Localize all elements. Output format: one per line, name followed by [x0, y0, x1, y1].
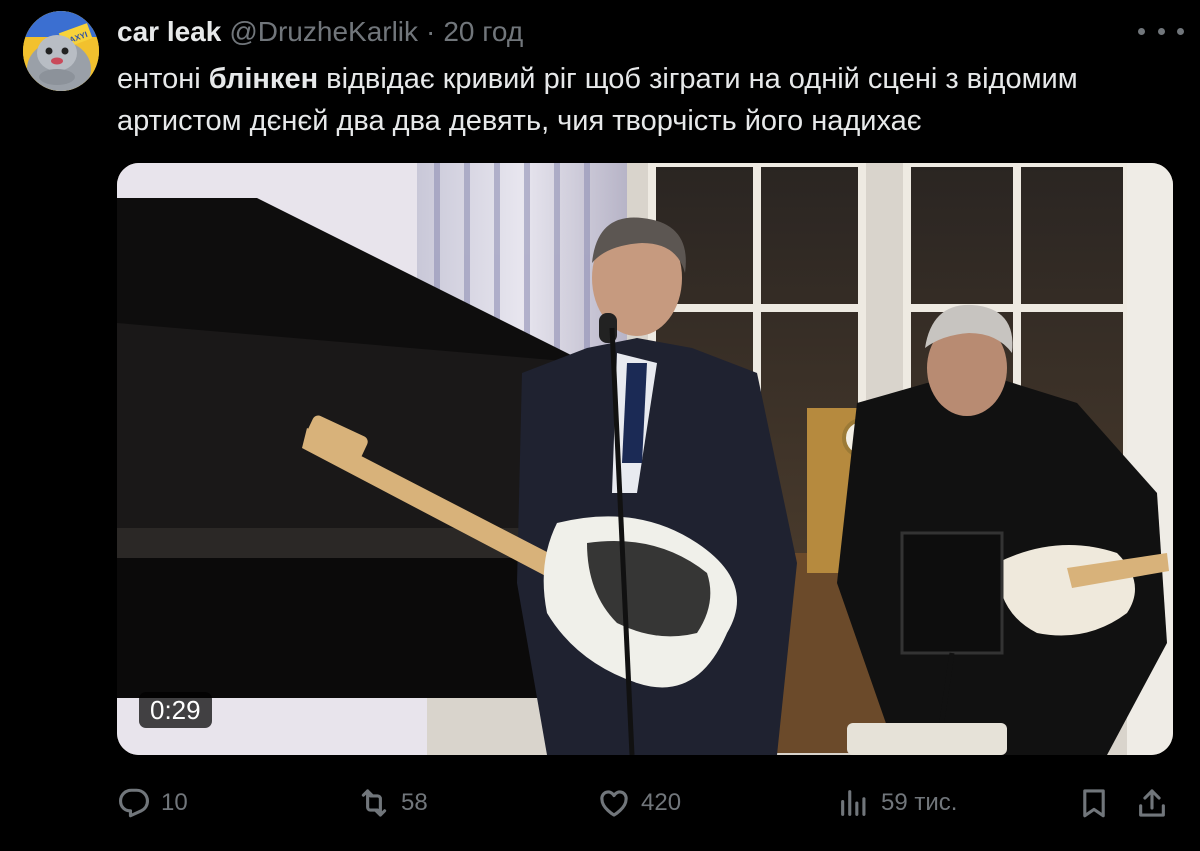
tweet: NAXYI car leak @DruzheKarlik · 20 год ентон…	[0, 0, 1200, 851]
views-count: 59 тис.	[881, 789, 958, 816]
pigeon-avatar-image: NAXYI	[23, 11, 99, 91]
avatar[interactable]: NAXYI	[23, 11, 99, 91]
heart-icon	[600, 790, 628, 817]
like-count: 420	[641, 789, 682, 816]
reply-icon	[118, 788, 150, 818]
more-dot-icon	[1157, 27, 1165, 35]
share-icon	[1139, 789, 1165, 817]
tweet-text-before: ентоні	[117, 63, 209, 95]
reply-button[interactable]: 10	[117, 782, 188, 824]
reply-count: 10	[161, 789, 188, 816]
more-options-button[interactable]	[1138, 17, 1184, 45]
author-name[interactable]: car leak	[117, 16, 221, 47]
tweet-text-bold: блінкен	[208, 63, 319, 95]
bookmark-icon	[1083, 789, 1105, 818]
repost-count: 58	[401, 789, 428, 816]
repost-icon	[361, 789, 387, 817]
video-frame	[117, 163, 1173, 755]
views-icon	[841, 790, 866, 816]
share-button[interactable]	[1135, 782, 1169, 824]
views-button[interactable]: 59 тис.	[837, 782, 957, 824]
tweet-text: ентоні блінкен відвідає кривий ріг щоб з…	[117, 58, 1177, 142]
more-dot-icon	[1138, 27, 1145, 35]
timestamp[interactable]: 20 год	[443, 16, 523, 47]
like-button[interactable]: 420	[597, 782, 681, 824]
tweet-header: car leak @DruzheKarlik · 20 год	[117, 14, 523, 50]
video-duration: 0:29	[139, 692, 212, 728]
author-handle[interactable]: @DruzheKarlik	[229, 16, 418, 47]
video-player[interactable]: 0:29	[117, 163, 1173, 755]
action-bar: 10 58 420 59 тис.	[117, 782, 1177, 824]
repost-button[interactable]: 58	[357, 782, 428, 824]
separator-dot: ·	[426, 16, 436, 47]
more-dot-icon	[1177, 27, 1184, 35]
bookmark-button[interactable]	[1077, 782, 1111, 824]
